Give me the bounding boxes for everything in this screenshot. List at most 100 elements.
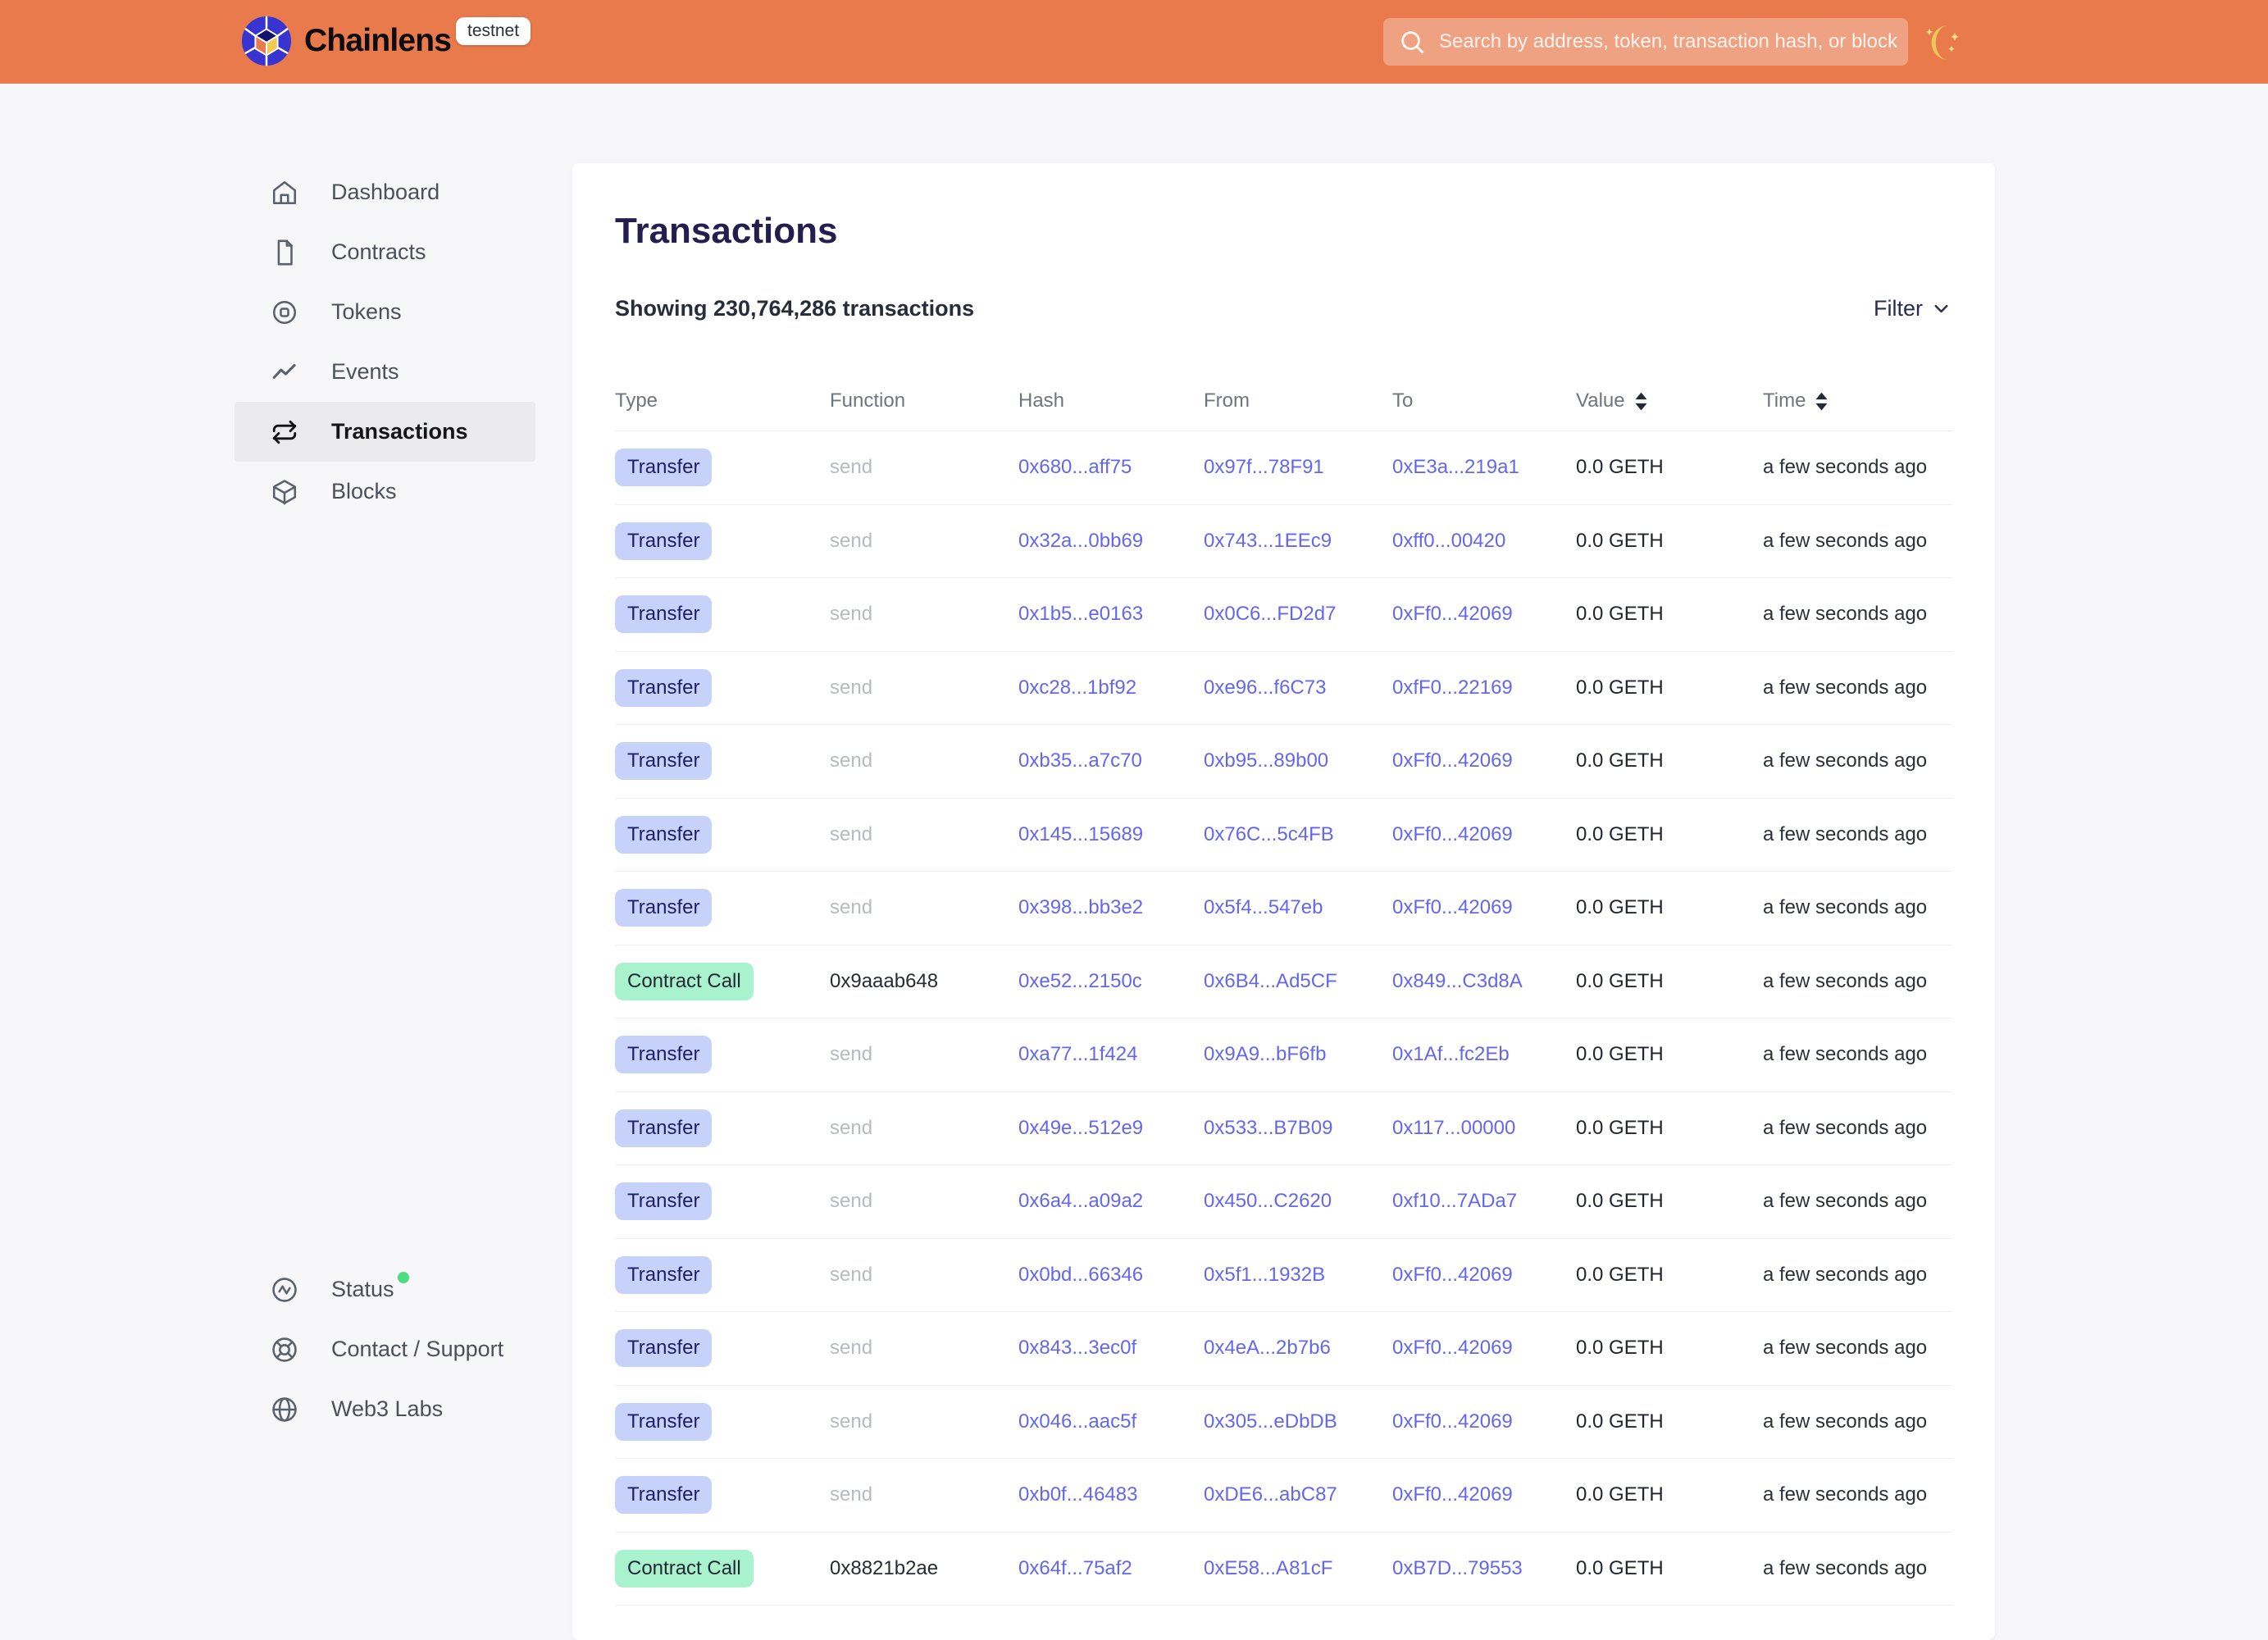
sort-icon — [1814, 391, 1829, 412]
tx-to-link[interactable]: 0x849...C3d8A — [1392, 970, 1523, 992]
tx-time-text: a few seconds ago — [1763, 1557, 1952, 1580]
tx-function-label: send — [830, 749, 872, 772]
tx-function-label: send — [830, 1043, 872, 1065]
tx-hash-link[interactable]: 0x32a...0bb69 — [1018, 530, 1143, 552]
table-row: Transfer send 0x145...15689 0x76C...5c4F… — [615, 799, 1952, 872]
sidebar-item-contracts[interactable]: Contracts — [235, 222, 535, 282]
brand-logo[interactable]: Chainlens — [241, 16, 451, 66]
tx-to-link[interactable]: 0xFf0...42069 — [1392, 1264, 1513, 1286]
tx-to-link[interactable]: 0xf10...7ADa7 — [1392, 1190, 1517, 1212]
tx-from-link[interactable]: 0x4eA...2b7b6 — [1204, 1337, 1331, 1359]
tx-hash-link[interactable]: 0x145...15689 — [1018, 823, 1143, 845]
tx-time-text: a few seconds ago — [1763, 1043, 1952, 1066]
sidebar-item-tokens[interactable]: Tokens — [235, 282, 535, 342]
tx-hash-link[interactable]: 0x398...bb3e2 — [1018, 896, 1143, 918]
sidebar-item-transactions[interactable]: Transactions — [235, 402, 535, 462]
tx-time-text: a few seconds ago — [1763, 970, 1952, 993]
sort-icon — [1633, 391, 1649, 412]
sidebar-item-label: Dashboard — [331, 180, 439, 205]
tx-to-link[interactable]: 0xFf0...42069 — [1392, 1410, 1513, 1433]
tx-to-link[interactable]: 0xFf0...42069 — [1392, 1483, 1513, 1506]
search-input[interactable] — [1437, 30, 1900, 54]
table-row: Transfer send 0x046...aac5f 0x305...eDbD… — [615, 1386, 1952, 1460]
sidebar-item-label: Blocks — [331, 479, 397, 504]
sidebar-item-status[interactable]: Status — [235, 1260, 535, 1319]
tx-to-link[interactable]: 0xFf0...42069 — [1392, 896, 1513, 918]
tx-type-badge: Transfer — [615, 1109, 712, 1147]
tx-from-link[interactable]: 0x743...1EEc9 — [1204, 530, 1332, 552]
transactions-table: Type Function Hash From To Value Time — [615, 371, 1952, 1606]
tx-to-link[interactable]: 0xFf0...42069 — [1392, 1337, 1513, 1359]
table-row: Transfer send 0x1b5...e0163 0x0C6...FD2d… — [615, 578, 1952, 652]
tx-hash-link[interactable]: 0x680...aff75 — [1018, 456, 1132, 478]
filter-button[interactable]: Filter — [1874, 296, 1952, 321]
column-header-value-sort[interactable]: Value — [1576, 390, 1763, 412]
tx-type-badge: Contract Call — [615, 1550, 754, 1588]
tx-to-link[interactable]: 0x1Af...fc2Eb — [1392, 1043, 1510, 1065]
tx-from-link[interactable]: 0x305...eDbDB — [1204, 1410, 1337, 1433]
tx-to-link[interactable]: 0xff0...00420 — [1392, 530, 1505, 552]
tx-to-link[interactable]: 0xfF0...22169 — [1392, 676, 1513, 699]
tx-hash-link[interactable]: 0x1b5...e0163 — [1018, 603, 1143, 625]
tx-from-link[interactable]: 0x9A9...bF6fb — [1204, 1043, 1326, 1065]
tx-hash-link[interactable]: 0x843...3ec0f — [1018, 1337, 1136, 1359]
brand-name: Chainlens — [304, 23, 451, 59]
tx-value-text: 0.0 GETH — [1576, 456, 1763, 479]
tx-from-link[interactable]: 0xe96...f6C73 — [1204, 676, 1326, 699]
tx-type-badge: Transfer — [615, 1476, 712, 1514]
tx-hash-link[interactable]: 0x0bd...66346 — [1018, 1264, 1143, 1286]
table-row: Transfer send 0xa77...1f424 0x9A9...bF6f… — [615, 1018, 1952, 1092]
tx-from-link[interactable]: 0xDE6...abC87 — [1204, 1483, 1337, 1506]
global-search[interactable] — [1383, 18, 1908, 66]
column-header-time-sort[interactable]: Time — [1763, 390, 1952, 412]
table-row: Transfer send 0x0bd...66346 0x5f1...1932… — [615, 1239, 1952, 1313]
tx-from-link[interactable]: 0x5f1...1932B — [1204, 1264, 1325, 1286]
tx-function-label: send — [830, 603, 872, 625]
chevron-down-icon — [1930, 298, 1952, 320]
status-ok-dot — [398, 1272, 409, 1283]
tx-from-link[interactable]: 0xb95...89b00 — [1204, 749, 1328, 772]
sidebar-item-web3-labs[interactable]: Web3 Labs — [235, 1379, 535, 1439]
tx-to-link[interactable]: 0xFf0...42069 — [1392, 749, 1513, 772]
sidebar-item-blocks[interactable]: Blocks — [235, 462, 535, 522]
tx-to-link[interactable]: 0xFf0...42069 — [1392, 603, 1513, 625]
tx-hash-link[interactable]: 0xb35...a7c70 — [1018, 749, 1142, 772]
sidebar-item-label: Tokens — [331, 299, 402, 325]
sidebar-footer-nav: Status Contact / Support Web3 Labs — [235, 1260, 535, 1439]
network-badge: testnet — [456, 17, 531, 45]
tx-hash-link[interactable]: 0x6a4...a09a2 — [1018, 1190, 1143, 1212]
home-icon — [271, 179, 298, 207]
tx-time-text: a few seconds ago — [1763, 823, 1952, 846]
tx-from-link[interactable]: 0x450...C2620 — [1204, 1190, 1332, 1212]
tx-from-link[interactable]: 0x97f...78F91 — [1204, 456, 1324, 478]
sidebar-item-label: Contact / Support — [331, 1337, 503, 1362]
tx-value-text: 0.0 GETH — [1576, 1337, 1763, 1360]
tx-time-text: a few seconds ago — [1763, 603, 1952, 626]
tx-from-link[interactable]: 0x6B4...Ad5CF — [1204, 970, 1337, 992]
tx-type-badge: Transfer — [615, 1182, 712, 1220]
sidebar-item-dashboard[interactable]: Dashboard — [235, 162, 535, 222]
tx-hash-link[interactable]: 0xa77...1f424 — [1018, 1043, 1137, 1065]
tx-to-link[interactable]: 0xFf0...42069 — [1392, 823, 1513, 845]
tx-hash-link[interactable]: 0xe52...2150c — [1018, 970, 1142, 992]
tx-from-link[interactable]: 0x533...B7B09 — [1204, 1117, 1332, 1139]
sidebar-item-events[interactable]: Events — [235, 342, 535, 402]
tx-type-badge: Transfer — [615, 889, 712, 927]
tx-hash-link[interactable]: 0x046...aac5f — [1018, 1410, 1136, 1433]
tx-hash-link[interactable]: 0x49e...512e9 — [1018, 1117, 1143, 1139]
tx-value-text: 0.0 GETH — [1576, 676, 1763, 699]
top-header-bar: Chainlens testnet — [0, 0, 2268, 84]
column-header-hash: Hash — [1018, 390, 1204, 412]
tx-value-text: 0.0 GETH — [1576, 1410, 1763, 1433]
tx-hash-link[interactable]: 0xc28...1bf92 — [1018, 676, 1136, 699]
tx-function-label: send — [830, 1483, 872, 1506]
tx-to-link[interactable]: 0xE3a...219a1 — [1392, 456, 1519, 478]
theme-toggle-button[interactable] — [1924, 21, 1965, 64]
tx-from-link[interactable]: 0x76C...5c4FB — [1204, 823, 1334, 845]
tx-type-badge: Transfer — [615, 522, 712, 560]
tx-hash-link[interactable]: 0xb0f...46483 — [1018, 1483, 1137, 1506]
sidebar-item-contact-support[interactable]: Contact / Support — [235, 1319, 535, 1379]
tx-to-link[interactable]: 0x117...00000 — [1392, 1117, 1515, 1139]
tx-from-link[interactable]: 0x5f4...547eb — [1204, 896, 1323, 918]
tx-from-link[interactable]: 0x0C6...FD2d7 — [1204, 603, 1336, 625]
